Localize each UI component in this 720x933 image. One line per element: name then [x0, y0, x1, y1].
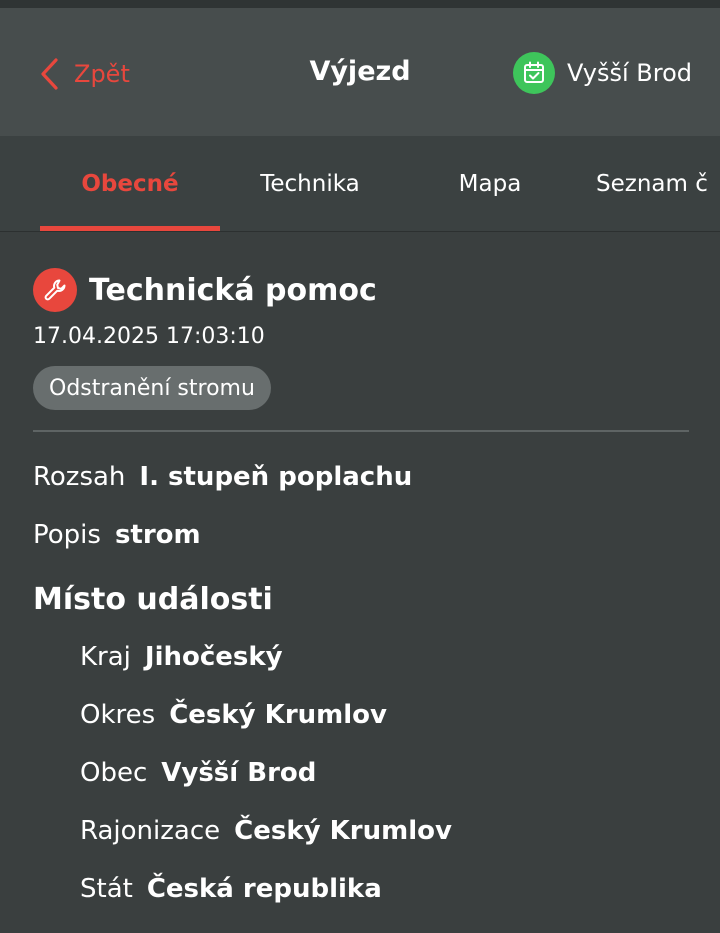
active-tab-indicator — [40, 226, 220, 231]
detail-value: Vyšší Brod — [161, 758, 317, 788]
detail-key: Popis — [33, 520, 101, 550]
app-header: Zpět Výjezd Vyšší Brod — [0, 8, 720, 136]
tab-bar: Obecné Technika Mapa Seznam č — [0, 136, 720, 232]
detail-key: Kraj — [80, 642, 131, 672]
detail-value: Český Krumlov — [169, 700, 387, 730]
detail-value: Jihočeský — [144, 642, 283, 672]
detail-key: Obec — [80, 758, 148, 788]
tab-technika[interactable]: Technika — [220, 136, 400, 231]
event-type-title: Technická pomoc — [89, 272, 377, 308]
event-datetime: 17.04.2025 17:03:10 — [33, 324, 265, 349]
detail-value: I. stupeň poplachu — [139, 462, 413, 492]
detail-value: strom — [114, 520, 201, 550]
calendar-check-icon — [512, 52, 555, 94]
status-strip — [0, 0, 720, 8]
divider — [33, 430, 689, 432]
detail-popis: Popis strom — [33, 520, 201, 550]
wrench-icon — [33, 268, 77, 312]
detail-value: Česká republika — [146, 874, 382, 904]
detail-key: Okres — [80, 700, 156, 730]
detail-key: Rajonizace — [80, 816, 221, 846]
location-okres: Okres Český Krumlov — [80, 700, 387, 730]
unit-label: Vyšší Brod — [566, 59, 692, 87]
location-stat: Stát Česká republika — [80, 874, 382, 904]
location-section-title: Místo události — [33, 582, 273, 617]
detail-key: Rozsah — [33, 462, 126, 492]
location-rajonizace: Rajonizace Český Krumlov — [80, 816, 452, 846]
detail-key: Stát — [80, 874, 133, 904]
tab-mapa[interactable]: Mapa — [400, 136, 580, 231]
location-obec: Obec Vyšší Brod — [80, 758, 316, 788]
location-kraj: Kraj Jihočeský — [80, 642, 283, 672]
detail-value: Český Krumlov — [234, 816, 452, 846]
unit-selector[interactable]: Vyšší Brod — [512, 51, 692, 95]
tab-seznam[interactable]: Seznam č — [596, 136, 708, 231]
tab-obecne[interactable]: Obecné — [40, 136, 220, 231]
event-subtype-tag: Odstranění stromu — [33, 366, 271, 410]
detail-rozsah: Rozsah I. stupeň poplachu — [33, 462, 412, 492]
event-type: Technická pomoc — [33, 268, 377, 312]
